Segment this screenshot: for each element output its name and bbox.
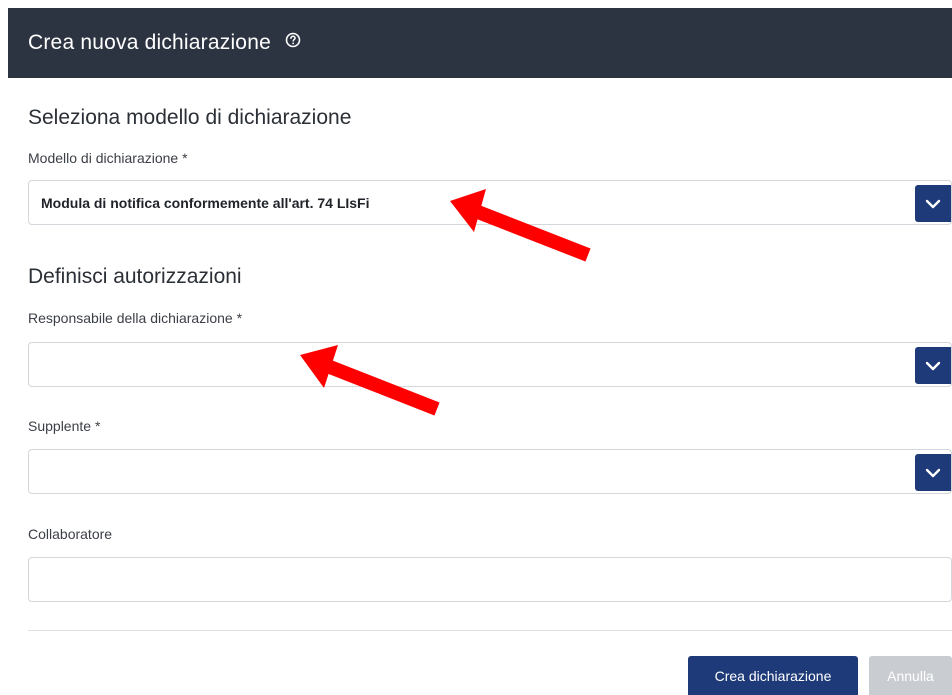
deputy-select[interactable] <box>28 449 952 494</box>
chevron-down-icon[interactable] <box>915 185 951 222</box>
model-select[interactable]: Modula di notifica conformemente all'art… <box>28 180 952 225</box>
dialog-title: Crea nuova dichiarazione <box>28 31 271 54</box>
chevron-down-icon[interactable] <box>915 347 951 384</box>
responsible-label: Responsabile della dichiarazione * <box>28 310 243 326</box>
create-declaration-button[interactable]: Crea dichiarazione <box>688 656 858 695</box>
collaborator-input[interactable] <box>28 557 952 602</box>
cancel-button[interactable]: Annulla <box>869 656 952 695</box>
model-select-value: Modula di notifica conformemente all'art… <box>41 194 370 211</box>
section-title-model: Seleziona modello di dichiarazione <box>28 106 352 129</box>
model-label: Modello di dichiarazione * <box>28 150 188 166</box>
responsible-select[interactable] <box>28 342 952 387</box>
section-title-permissions: Definisci autorizzazioni <box>28 265 242 288</box>
chevron-down-icon[interactable] <box>915 454 951 491</box>
collaborator-label: Collaboratore <box>28 526 113 542</box>
footer-divider <box>28 630 952 631</box>
question-circle-icon[interactable] <box>285 32 301 48</box>
dialog-header: Crea nuova dichiarazione <box>8 8 952 78</box>
deputy-label: Supplente * <box>28 418 101 434</box>
